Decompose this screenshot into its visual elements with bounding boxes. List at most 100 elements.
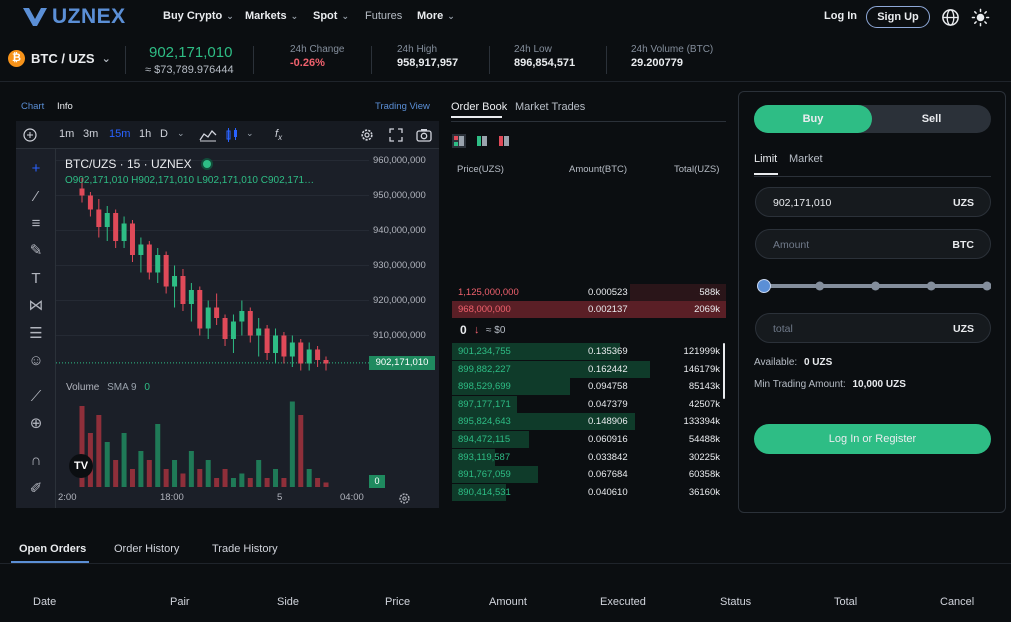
book-view-asks-icon[interactable] <box>497 134 511 148</box>
slider-stop[interactable] <box>871 281 880 291</box>
amount-slider[interactable] <box>757 278 993 297</box>
chart-type-area-icon[interactable] <box>199 128 217 142</box>
bid-amount: 0.162442 <box>588 363 628 375</box>
slider-stop[interactable] <box>982 281 992 291</box>
candle <box>163 251 169 294</box>
bid-total: 85143k <box>688 381 720 393</box>
gear-icon[interactable] <box>360 128 374 142</box>
bid-row[interactable]: 891,767,059 0.067684 60358k <box>452 466 726 484</box>
interval-3m[interactable]: 3m <box>83 128 98 140</box>
login-register-button[interactable]: Log In or Register <box>754 424 991 454</box>
chevron-down-icon[interactable]: ⌄ <box>177 128 185 139</box>
volume-bar <box>273 469 279 487</box>
horizontal-lines-icon[interactable]: ≡ <box>26 214 46 234</box>
ruler-icon[interactable]: ⟋ <box>26 387 46 407</box>
book-view-bids-icon[interactable] <box>475 134 489 148</box>
candle <box>180 269 186 311</box>
sell-tab[interactable]: Sell <box>872 105 991 133</box>
active-type-underline <box>754 173 778 175</box>
sma-label: SMA 9 <box>107 382 137 393</box>
tab-order-book[interactable]: Order Book <box>451 101 507 113</box>
pair-selector[interactable]: ₿ BTC / UZS ⌄ <box>8 50 111 67</box>
pattern-icon[interactable]: ⋈ <box>26 296 46 316</box>
pair-label: BTC / UZS <box>31 51 95 66</box>
fib-icon[interactable]: ☰ <box>26 324 46 344</box>
signup-button[interactable]: Sign Up <box>866 6 930 28</box>
bid-row[interactable]: 893,119,587 0.033842 30225k <box>452 448 726 466</box>
brand-name: UZNEX <box>52 5 126 28</box>
fullscreen-icon[interactable] <box>389 128 403 142</box>
candle-body <box>222 318 228 339</box>
text-tool-icon[interactable]: T <box>26 269 46 289</box>
candle <box>129 220 135 262</box>
zoom-in-icon[interactable]: ⊕ <box>26 414 46 434</box>
slider-handle[interactable] <box>757 279 771 293</box>
lock-tools-icon[interactable]: ✐ <box>26 479 46 499</box>
globe-icon[interactable] <box>941 8 960 27</box>
chart-toolbar: 1m 3m 15m 1h D ⌄ ⌄ fx <box>16 121 439 149</box>
chart-settings-icon[interactable] <box>398 492 411 505</box>
tab-market-trades[interactable]: Market Trades <box>515 101 585 113</box>
tab-chart[interactable]: Chart <box>21 101 44 112</box>
camera-icon[interactable] <box>416 128 432 142</box>
ask-row[interactable]: 968,000,000 0.002137 2069k <box>452 301 726 318</box>
nav-label: Spot <box>313 10 338 22</box>
bid-row[interactable]: 898,529,699 0.094758 85143k <box>452 378 726 396</box>
indicators-fx-icon[interactable]: fx <box>275 128 282 142</box>
nav-buy-crypto[interactable]: Buy Crypto ⌄ <box>163 10 234 22</box>
trend-line-icon[interactable]: ⁄ <box>26 187 46 207</box>
brush-icon[interactable]: ✎ <box>26 241 46 261</box>
candle <box>155 248 161 283</box>
tab-open-orders[interactable]: Open Orders <box>19 543 86 555</box>
bid-row[interactable]: 899,882,227 0.162442 146179k <box>452 360 726 378</box>
volume-bar <box>298 415 304 487</box>
price-input[interactable]: 902,171,010 UZS <box>755 187 991 217</box>
bid-row[interactable]: 897,177,171 0.047379 42507k <box>452 395 726 413</box>
interval-1m[interactable]: 1m <box>59 128 74 140</box>
bid-row[interactable]: 901,234,755 0.135369 121999k <box>452 343 726 360</box>
nav-markets[interactable]: Markets ⌄ <box>245 10 298 22</box>
slider-stop[interactable] <box>926 281 936 291</box>
magnet-icon[interactable]: ∩ <box>26 451 46 471</box>
buy-tab[interactable]: Buy <box>754 105 872 133</box>
interval-d[interactable]: D <box>160 128 168 140</box>
total-input[interactable]: total UZS <box>755 313 991 343</box>
ask-row[interactable]: 1,125,000,000 0.000523 588k <box>452 284 726 301</box>
theme-sun-icon[interactable] <box>971 8 990 27</box>
col-status: Status <box>720 596 752 608</box>
candles-icon[interactable] <box>225 127 239 143</box>
book-view-both-icon[interactable] <box>452 134 466 148</box>
slider-stop[interactable] <box>815 281 825 291</box>
tradingview-logo-icon[interactable]: TV <box>69 454 93 478</box>
order-type-limit[interactable]: Limit <box>754 153 777 165</box>
bid-row[interactable]: 890,414,531 0.040610 36160k <box>452 483 726 501</box>
nav-spot[interactable]: Spot ⌄ <box>313 10 349 22</box>
brand-logo[interactable]: UZNEX <box>22 5 126 29</box>
tab-info[interactable]: Info <box>57 101 73 112</box>
ohlc-legend: O902,171,010 H902,171,010 L902,171,010 C… <box>65 175 315 186</box>
nav-futures[interactable]: Futures <box>365 10 402 22</box>
amount-input[interactable]: Amount BTC <box>755 229 991 259</box>
bid-row[interactable]: 895,824,643 0.148906 133394k <box>452 413 726 431</box>
chart-symbol-title: BTC/UZS · 15 · UZNEX <box>65 157 212 171</box>
chevron-down-icon[interactable]: ⌄ <box>246 128 254 139</box>
nav-more[interactable]: More ⌄ <box>417 10 455 22</box>
login-link[interactable]: Log In <box>824 10 857 22</box>
order-type-market[interactable]: Market <box>789 153 823 165</box>
tab-trading-view[interactable]: Trading View <box>375 101 430 112</box>
interval-15m[interactable]: 15m <box>109 128 130 140</box>
bid-row[interactable]: 894,472,115 0.060916 54488k <box>452 431 726 448</box>
candle <box>138 237 144 273</box>
volume-bar <box>281 478 287 487</box>
add-indicator-icon[interactable] <box>23 128 37 142</box>
emoji-icon[interactable]: ☺ <box>26 351 46 371</box>
volume-bar <box>222 469 228 487</box>
interval-1h[interactable]: 1h <box>139 128 151 140</box>
candle-plot[interactable] <box>56 149 369 489</box>
candle <box>104 206 110 241</box>
x-tick-label: 5 <box>277 492 283 503</box>
candle <box>96 199 102 238</box>
tab-order-history[interactable]: Order History <box>114 543 179 555</box>
crosshair-icon[interactable]: + <box>26 159 46 179</box>
tab-trade-history[interactable]: Trade History <box>212 543 278 555</box>
